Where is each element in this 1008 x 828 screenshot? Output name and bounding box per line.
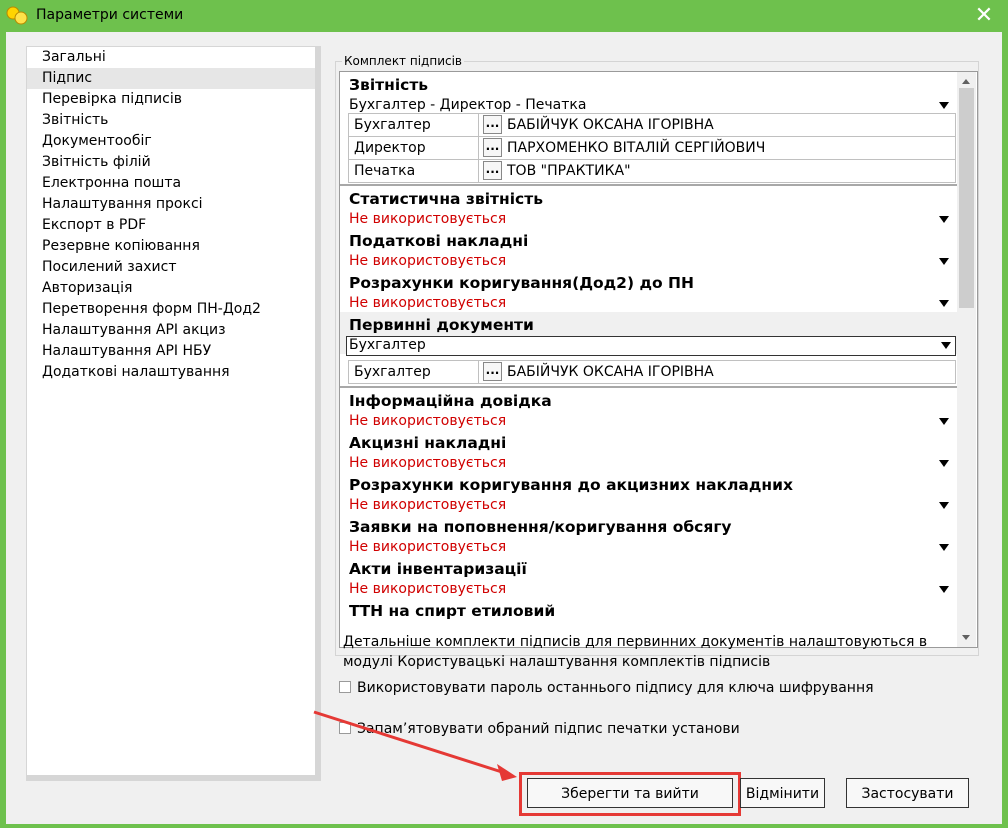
dropdown-arrow-icon[interactable] xyxy=(939,502,949,509)
section-primary-documents: Первинні документи Бухгалтер xyxy=(340,312,957,356)
checkbox-label: Використовувати пароль останнього підпис… xyxy=(357,680,874,696)
signer-row: Бухгалтер ... БАБІЙЧУК ОКСАНА ІГОРІВНА xyxy=(348,360,956,384)
signature-sets-list: Звітність Бухгалтер - Директор - Печатка… xyxy=(340,72,957,647)
sidebar-item-authorization[interactable]: Авторизація xyxy=(27,278,315,299)
signer-name: ПАРХОМЕНКО ВІТАЛІЙ СЕРГІЙОВИЧ xyxy=(507,140,766,156)
use-last-password-checkbox[interactable]: Використовувати пароль останнього підпис… xyxy=(339,678,874,698)
app-logo-icon xyxy=(6,6,28,25)
dropdown-arrow-icon[interactable] xyxy=(939,586,949,593)
section-title: Первинні документи xyxy=(349,316,534,334)
signature-set-select[interactable]: Не використовується xyxy=(349,253,949,270)
sidebar-item-signature[interactable]: Підпис xyxy=(27,68,315,89)
signature-set-select[interactable]: Не використовується xyxy=(349,581,949,598)
signature-set-select[interactable]: Не використовується xyxy=(349,455,949,472)
save-and-exit-button[interactable]: Зберегти та вийти xyxy=(527,778,733,808)
dropdown-arrow-icon[interactable] xyxy=(939,102,949,109)
info-note: Детальніше комплекти підписів для первин… xyxy=(343,634,928,670)
dropdown-arrow-icon[interactable] xyxy=(939,544,949,551)
signer-name: БАБІЙЧУК ОКСАНА ІГОРІВНА xyxy=(507,364,714,380)
dropdown-arrow-icon[interactable] xyxy=(939,216,949,223)
section-title: Заявки на поповнення/коригування обсягу xyxy=(349,518,732,536)
section-reporting: Звітність Бухгалтер - Директор - Печатка xyxy=(340,72,957,114)
section-adjustments: Розрахунки коригування(Дод2) до ПН Не ви… xyxy=(340,270,957,312)
dropdown-arrow-icon[interactable] xyxy=(939,258,949,265)
dialog-body: Загальні Підпис Перевірка підписів Звітн… xyxy=(6,32,1002,824)
section-title: Розрахунки коригування до акцизних накла… xyxy=(349,476,793,494)
section-title: Статистична звітність xyxy=(349,190,544,208)
sidebar-item-form-conversion[interactable]: Перетворення форм ПН-Дод2 xyxy=(27,299,315,320)
section-inventory-acts: Акти інвентаризації Не використовується xyxy=(340,556,957,598)
title-bar: Параметри системи ✕ xyxy=(0,0,1008,32)
section-excise-adjustments: Розрахунки коригування до акцизних накла… xyxy=(340,472,957,514)
section-volume-requests: Заявки на поповнення/коригування обсягу … xyxy=(340,514,957,556)
section-title: Звітність xyxy=(349,76,429,94)
sidebar-item-enhanced-security[interactable]: Посилений захист xyxy=(27,257,315,278)
signature-set-select[interactable]: Не використовується xyxy=(349,497,949,514)
choose-signer-button[interactable]: ... xyxy=(483,161,502,180)
signer-name: ТОВ "ПРАКТИКА" xyxy=(507,163,631,179)
section-title: Інформаційна довідка xyxy=(349,392,552,410)
section-title: Податкові накладні xyxy=(349,232,529,250)
signature-set-select[interactable]: Бухгалтер xyxy=(346,336,956,356)
checkbox-box[interactable] xyxy=(339,680,351,693)
sidebar-item-proxy[interactable]: Налаштування проксі xyxy=(27,194,315,215)
group-label: Комплект підписів xyxy=(342,54,464,68)
sidebar-item-branch-reporting[interactable]: Звітність філій xyxy=(27,152,315,173)
signature-set-select[interactable]: Не використовується xyxy=(349,295,949,312)
checkbox-label: Запам’ятовувати обраний підпис печатки у… xyxy=(357,721,740,737)
section-title: Акти інвентаризації xyxy=(349,560,527,578)
checkbox-box[interactable] xyxy=(339,721,351,734)
remember-stamp-checkbox[interactable]: Запам’ятовувати обраний підпис печатки у… xyxy=(339,719,740,739)
signer-row: Директор ... ПАРХОМЕНКО ВІТАЛІЙ СЕРГІЙОВ… xyxy=(348,136,956,160)
signer-role: Бухгалтер xyxy=(349,114,479,136)
sidebar-item-api-excise[interactable]: Налаштування API акциз xyxy=(27,320,315,341)
sidebar-item-reporting[interactable]: Звітність xyxy=(27,110,315,131)
section-excise-invoices: Акцизні накладні Не використовується xyxy=(340,430,957,472)
choose-signer-button[interactable]: ... xyxy=(483,362,502,381)
sidebar-item-backup[interactable]: Резервне копіювання xyxy=(27,236,315,257)
sidebar-item-api-nbu[interactable]: Налаштування API НБУ xyxy=(27,341,315,362)
signer-row: Печатка ... ТОВ "ПРАКТИКА" xyxy=(348,159,956,183)
choose-signer-button[interactable]: ... xyxy=(483,138,502,157)
signature-set-select[interactable]: Бухгалтер - Директор - Печатка xyxy=(349,97,949,114)
section-tax-invoices: Податкові накладні Не використовується xyxy=(340,228,957,270)
cancel-button[interactable]: Відмінити xyxy=(740,778,825,808)
dropdown-arrow-icon[interactable] xyxy=(939,460,949,467)
signer-role: Директор xyxy=(349,137,479,159)
sidebar-item-document-flow[interactable]: Документообіг xyxy=(27,131,315,152)
section-title: ТТН на спирт етиловий xyxy=(349,602,556,620)
sidebar-item-general[interactable]: Загальні xyxy=(27,47,315,68)
section-statistical: Статистична звітність Не використовуєтьс… xyxy=(340,186,957,228)
signature-set-select[interactable]: Не використовується xyxy=(349,211,949,228)
dropdown-arrow-icon[interactable] xyxy=(939,418,949,425)
settings-sidebar: Загальні Підпис Перевірка підписів Звітн… xyxy=(26,46,321,781)
signature-sets-panel: Звітність Бухгалтер - Директор - Печатка… xyxy=(339,71,978,648)
dropdown-arrow-icon[interactable] xyxy=(939,300,949,307)
close-icon: ✕ xyxy=(974,3,994,28)
signer-name: БАБІЙЧУК ОКСАНА ІГОРІВНА xyxy=(507,117,714,133)
dropdown-arrow-icon[interactable] xyxy=(941,342,951,349)
signer-row: Бухгалтер ... БАБІЙЧУК ОКСАНА ІГОРІВНА xyxy=(348,113,956,137)
scroll-thumb[interactable] xyxy=(959,88,974,308)
signer-role: Печатка xyxy=(349,160,479,182)
sidebar-item-pdf-export[interactable]: Експорт в PDF xyxy=(27,215,315,236)
sidebar-item-email[interactable]: Електронна пошта xyxy=(27,173,315,194)
close-button[interactable]: ✕ xyxy=(972,4,996,28)
apply-button[interactable]: Застосувати xyxy=(846,778,969,808)
sidebar-item-additional[interactable]: Додаткові налаштування xyxy=(27,362,315,383)
signer-role: Бухгалтер xyxy=(349,361,479,383)
signature-set-select[interactable]: Не використовується xyxy=(349,413,949,430)
vertical-scrollbar[interactable] xyxy=(957,72,976,647)
scroll-up-icon[interactable] xyxy=(962,79,970,84)
section-info-note: Інформаційна довідка Не використовується xyxy=(340,388,957,430)
signature-set-select[interactable]: Не використовується xyxy=(349,539,949,556)
window-title: Параметри системи xyxy=(36,7,184,23)
section-title: Акцизні накладні xyxy=(349,434,507,452)
choose-signer-button[interactable]: ... xyxy=(483,115,502,134)
section-title: Розрахунки коригування(Дод2) до ПН xyxy=(349,274,694,292)
scroll-down-icon[interactable] xyxy=(962,635,970,640)
sidebar-item-signature-check[interactable]: Перевірка підписів xyxy=(27,89,315,110)
